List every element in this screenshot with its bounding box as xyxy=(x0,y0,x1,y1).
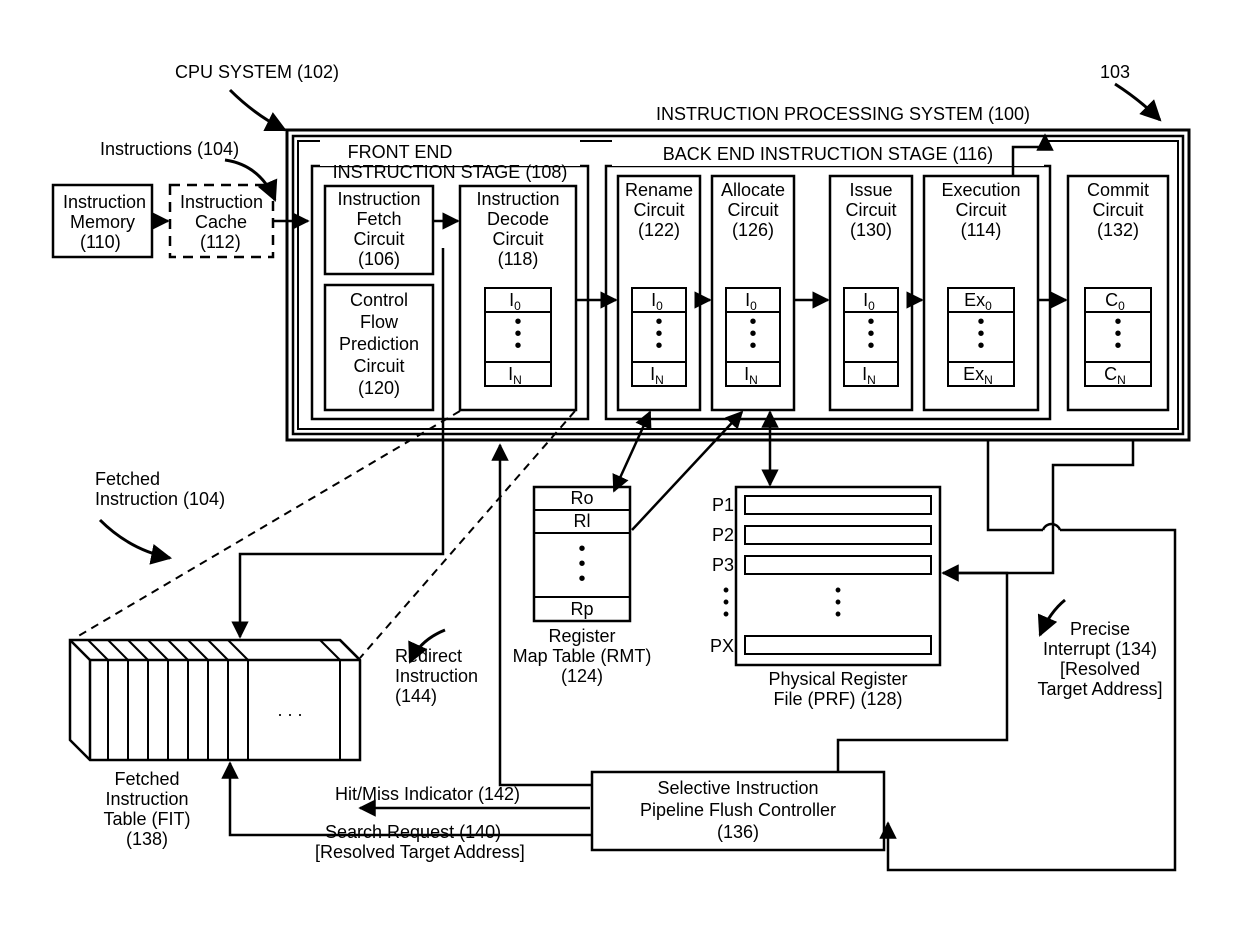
ips-title: INSTRUCTION PROCESSING SYSTEM (100) xyxy=(656,104,1030,124)
fetched-instruction-table: . . . xyxy=(70,640,360,760)
svg-text:Fetch: Fetch xyxy=(356,209,401,229)
svg-text:Memory: Memory xyxy=(70,212,135,232)
svg-text:Prediction: Prediction xyxy=(339,334,419,354)
svg-text:Issue: Issue xyxy=(849,180,892,200)
svg-text:Ro: Ro xyxy=(570,488,593,508)
svg-text:(130): (130) xyxy=(850,220,892,240)
svg-text:•: • xyxy=(1114,335,1121,357)
svg-text:P2: P2 xyxy=(712,525,734,545)
svg-text:P1: P1 xyxy=(712,495,734,515)
svg-text:FRONT END: FRONT END xyxy=(348,142,453,162)
svg-text:Table (FIT): Table (FIT) xyxy=(103,809,190,829)
svg-text:•: • xyxy=(655,335,662,357)
svg-text:Circuit: Circuit xyxy=(727,200,778,220)
cpu-system-label: CPU SYSTEM (102) xyxy=(175,62,339,82)
svg-text:Circuit: Circuit xyxy=(1092,200,1143,220)
svg-text:Hit/Miss Indicator (142): Hit/Miss Indicator (142) xyxy=(335,784,520,804)
svg-text:(138): (138) xyxy=(126,829,168,849)
svg-text:I0: I0 xyxy=(651,290,663,313)
svg-text:(122): (122) xyxy=(638,220,680,240)
svg-text:PX: PX xyxy=(710,636,734,656)
svg-text:Instruction (104): Instruction (104) xyxy=(95,489,225,509)
svg-text:(110): (110) xyxy=(80,232,121,252)
svg-text:IN: IN xyxy=(650,364,664,387)
svg-text:(132): (132) xyxy=(1097,220,1139,240)
svg-text:Instruction: Instruction xyxy=(180,192,263,212)
svg-text:[Resolved Target Address]: [Resolved Target Address] xyxy=(315,842,525,862)
svg-text:Register: Register xyxy=(548,626,615,646)
svg-text:Physical Register: Physical Register xyxy=(768,669,907,689)
svg-text:Execution: Execution xyxy=(941,180,1020,200)
svg-text:Pipeline Flush Controller: Pipeline Flush Controller xyxy=(640,800,836,820)
svg-text:Instruction: Instruction xyxy=(337,189,420,209)
svg-text:Ex0: Ex0 xyxy=(964,290,992,313)
svg-text:Rename: Rename xyxy=(625,180,693,200)
svg-text:Flow: Flow xyxy=(360,312,399,332)
svg-text:Selective Instruction: Selective Instruction xyxy=(657,778,818,798)
svg-text:Rp: Rp xyxy=(570,599,593,619)
svg-text:•: • xyxy=(514,335,521,357)
svg-text:Search Request (140): Search Request (140) xyxy=(325,822,501,842)
svg-text:Fetched: Fetched xyxy=(95,469,160,489)
svg-text:File (PRF) (128): File (PRF) (128) xyxy=(773,689,902,709)
svg-text:Circuit: Circuit xyxy=(633,200,684,220)
svg-text:(118): (118) xyxy=(498,249,539,269)
svg-text:P3: P3 xyxy=(712,555,734,575)
svg-text:Circuit: Circuit xyxy=(845,200,896,220)
svg-text:•: • xyxy=(723,604,729,624)
svg-text:BACK END INSTRUCTION STAGE (11: BACK END INSTRUCTION STAGE (116) xyxy=(663,144,993,164)
svg-text:(106): (106) xyxy=(358,249,400,269)
svg-text:IN: IN xyxy=(508,364,522,387)
svg-text:ExN: ExN xyxy=(963,364,993,387)
svg-text:CN: CN xyxy=(1104,364,1126,387)
svg-text:Instruction: Instruction xyxy=(63,192,146,212)
svg-text:(144): (144) xyxy=(395,686,437,706)
svg-text:I0: I0 xyxy=(863,290,875,313)
svg-text:•: • xyxy=(977,335,984,357)
svg-text:•: • xyxy=(835,604,841,624)
svg-text:•: • xyxy=(578,568,585,590)
svg-text:Instruction: Instruction xyxy=(476,189,559,209)
instructions-label: Instructions (104) xyxy=(100,139,239,159)
svg-text:Control: Control xyxy=(350,290,408,310)
svg-text:(126): (126) xyxy=(732,220,774,240)
svg-text:C0: C0 xyxy=(1105,290,1125,313)
svg-text:I0: I0 xyxy=(745,290,757,313)
diagram: CPU SYSTEM (102) 103 Instructions (104) … xyxy=(0,0,1240,928)
svg-text:IN: IN xyxy=(744,364,758,387)
ref-103: 103 xyxy=(1100,62,1130,82)
svg-text:Rl: Rl xyxy=(574,511,591,531)
svg-text:(124): (124) xyxy=(561,666,603,686)
svg-text:INSTRUCTION STAGE (108): INSTRUCTION STAGE (108) xyxy=(333,162,568,182)
svg-text:Circuit: Circuit xyxy=(492,229,543,249)
svg-text:I0: I0 xyxy=(509,290,521,313)
svg-text:[Resolved: [Resolved xyxy=(1060,659,1140,679)
svg-text:Redirect: Redirect xyxy=(395,646,462,666)
svg-text:Allocate: Allocate xyxy=(721,180,785,200)
svg-text:Instruction: Instruction xyxy=(395,666,478,686)
svg-text:Circuit: Circuit xyxy=(955,200,1006,220)
svg-text:Interrupt (134): Interrupt (134) xyxy=(1043,639,1157,659)
svg-text:Fetched: Fetched xyxy=(114,769,179,789)
svg-text:Cache: Cache xyxy=(195,212,247,232)
svg-text:•: • xyxy=(867,335,874,357)
svg-text:Decode: Decode xyxy=(487,209,549,229)
svg-text:(136): (136) xyxy=(717,822,759,842)
svg-text:Circuit: Circuit xyxy=(353,229,404,249)
svg-text:•: • xyxy=(749,335,756,357)
svg-text:(114): (114) xyxy=(961,220,1002,240)
svg-text:Target Address]: Target Address] xyxy=(1037,679,1162,699)
svg-text:Precise: Precise xyxy=(1070,619,1130,639)
svg-text:. . .: . . . xyxy=(277,700,302,720)
svg-text:IN: IN xyxy=(862,364,876,387)
svg-text:Map Table (RMT): Map Table (RMT) xyxy=(513,646,652,666)
svg-text:(120): (120) xyxy=(358,378,400,398)
svg-text:Circuit: Circuit xyxy=(353,356,404,376)
svg-text:(112): (112) xyxy=(200,232,241,252)
svg-text:Commit: Commit xyxy=(1087,180,1149,200)
svg-text:Instruction: Instruction xyxy=(105,789,188,809)
